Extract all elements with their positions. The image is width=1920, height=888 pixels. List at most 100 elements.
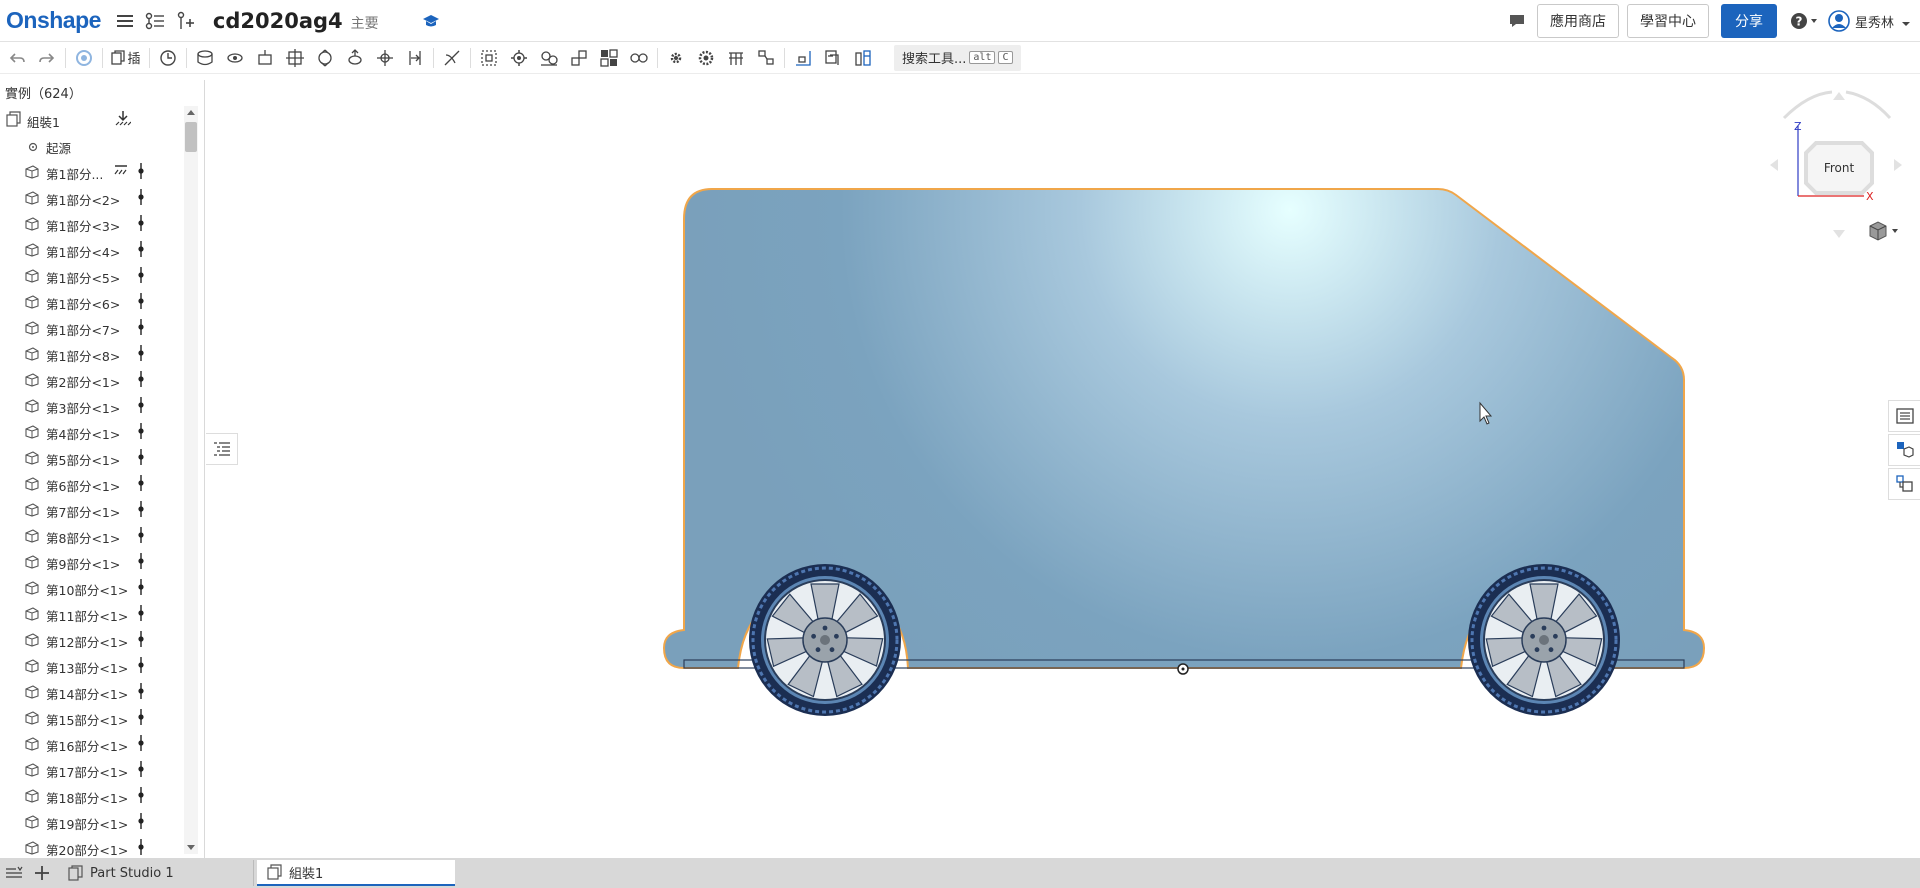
origin-row[interactable]: 起源 — [0, 132, 184, 158]
planar-mate-icon[interactable] — [280, 45, 310, 71]
mate-connector-icon[interactable] — [138, 786, 144, 807]
mate-connector-icon[interactable] — [138, 344, 144, 365]
view-up-arrow-icon[interactable] — [1833, 92, 1845, 100]
mate-connector-icon[interactable] — [138, 292, 144, 313]
tree-item-part[interactable]: 第8部分<1> — [0, 522, 184, 548]
properties-panel-button[interactable] — [1888, 400, 1920, 432]
onshape-logo[interactable]: Onshape — [6, 7, 101, 34]
tree-item-part[interactable]: 第1部分... — [0, 158, 184, 184]
mate-connector-icon[interactable] — [138, 760, 144, 781]
document-title[interactable]: cd2020ag4 — [213, 9, 343, 33]
mate-connector-icon[interactable] — [138, 422, 144, 443]
gear-relation-icon[interactable] — [504, 45, 534, 71]
scroll-thumb[interactable] — [185, 122, 197, 152]
tab-part-studio[interactable]: Part Studio 1 — [58, 860, 254, 886]
tree-item-part[interactable]: 第4部分<1> — [0, 418, 184, 444]
tree-scrollbar[interactable] — [184, 106, 198, 854]
mate-connector-icon[interactable] — [138, 500, 144, 521]
mate-connector-icon[interactable] — [69, 45, 99, 71]
tree-item-part[interactable]: 第1部分<2> — [0, 184, 184, 210]
tree-item-part[interactable]: 第20部分<1> — [0, 834, 184, 860]
mate-connector-icon[interactable] — [138, 214, 144, 235]
tree-item-part[interactable]: 第15部分<1> — [0, 704, 184, 730]
fixed-icon[interactable] — [114, 164, 128, 179]
tree-item-part[interactable]: 第1部分<8> — [0, 340, 184, 366]
share-button[interactable]: 分享 — [1720, 4, 1777, 38]
tree-item-part[interactable]: 第2部分<1> — [0, 366, 184, 392]
graphics-viewport[interactable] — [206, 74, 1891, 858]
graduation-cap-icon[interactable] — [419, 9, 443, 33]
mate-connector-icon[interactable] — [138, 734, 144, 755]
model-canvas[interactable] — [206, 74, 1891, 858]
mate-connector-icon[interactable] — [138, 526, 144, 547]
group-icon[interactable] — [474, 45, 504, 71]
slider-mate-icon[interactable] — [250, 45, 280, 71]
mate-connector-icon[interactable] — [138, 448, 144, 469]
tree-item-part[interactable]: 第3部分<1> — [0, 392, 184, 418]
tree-item-part[interactable]: 第14部分<1> — [0, 678, 184, 704]
tree-item-part[interactable]: 第11部分<1> — [0, 600, 184, 626]
view-down-arrow-icon[interactable] — [1833, 230, 1845, 238]
screw-relation-icon[interactable] — [564, 45, 594, 71]
bill-of-materials-icon[interactable] — [848, 45, 878, 71]
mate-connector-icon[interactable] — [138, 604, 144, 625]
replicate-icon[interactable] — [153, 45, 183, 71]
tree-item-part[interactable]: 第1部分<7> — [0, 314, 184, 340]
mate-connector-icon[interactable] — [138, 188, 144, 209]
tree-item-part[interactable]: 第1部分<6> — [0, 288, 184, 314]
cylindrical-mate-icon[interactable] — [310, 45, 340, 71]
download-icon[interactable] — [115, 110, 132, 131]
version-graph-icon[interactable] — [143, 9, 167, 33]
tree-item-part[interactable]: 第1部分<3> — [0, 210, 184, 236]
pin-slot-mate-icon[interactable] — [340, 45, 370, 71]
undo-icon[interactable] — [2, 45, 32, 71]
fastened-mate-icon[interactable] — [190, 45, 220, 71]
search-tools-button[interactable]: 搜索工具... alt C — [894, 44, 1021, 71]
mate-connector-icon[interactable] — [138, 578, 144, 599]
menu-icon[interactable] — [113, 9, 137, 33]
ball-mate-icon[interactable] — [370, 45, 400, 71]
tab-manager-icon[interactable] — [0, 859, 28, 887]
tree-item-part[interactable]: 第7部分<1> — [0, 496, 184, 522]
tree-item-part[interactable]: 第5部分<1> — [0, 444, 184, 470]
mate-connector-icon[interactable] — [138, 708, 144, 729]
tangent-mate-icon[interactable] — [437, 45, 467, 71]
mate-connector-icon[interactable] — [138, 630, 144, 651]
rack-pinion-icon[interactable] — [534, 45, 564, 71]
gear-settings-icon[interactable] — [691, 45, 721, 71]
tree-item-part[interactable]: 第10部分<1> — [0, 574, 184, 600]
mate-connector-icon[interactable] — [138, 552, 144, 573]
user-name[interactable]: 星秀林 — [1855, 12, 1894, 31]
scroll-up-icon[interactable] — [187, 110, 195, 115]
help-icon[interactable]: ? — [1787, 9, 1821, 33]
appearance-panel-button[interactable] — [1888, 434, 1920, 466]
tree-item-part[interactable]: 第13部分<1> — [0, 652, 184, 678]
view-cube[interactable]: Z X Front — [1768, 88, 1908, 252]
user-menu-chevron-icon[interactable] — [1902, 12, 1910, 31]
linear-relation-icon[interactable] — [594, 45, 624, 71]
tree-item-part[interactable]: 第1部分<5> — [0, 262, 184, 288]
tree-item-part[interactable]: 第18部分<1> — [0, 782, 184, 808]
learning-center-button[interactable]: 學習中心 — [1626, 4, 1709, 38]
front-wheel[interactable] — [747, 562, 903, 718]
mate-connector-icon[interactable] — [138, 162, 144, 183]
measure-icon[interactable] — [788, 45, 818, 71]
tree-item-part[interactable]: 第16部分<1> — [0, 730, 184, 756]
tree-item-part[interactable]: 第6部分<1> — [0, 470, 184, 496]
assembly-root-row[interactable]: 組裝1 — [0, 106, 184, 132]
insert-button[interactable]: 插 — [106, 45, 146, 71]
mate-connector-icon[interactable] — [138, 838, 144, 859]
tree-item-part[interactable]: 第12部分<1> — [0, 626, 184, 652]
add-tab-icon[interactable] — [28, 859, 56, 887]
bom-panel-button[interactable] — [1888, 468, 1920, 500]
frame-icon[interactable] — [721, 45, 751, 71]
view-left-arrow-icon[interactable] — [1770, 159, 1778, 171]
mate-connector-icon[interactable] — [138, 396, 144, 417]
tree-item-part[interactable]: 第1部分<4> — [0, 236, 184, 262]
explode-view-icon[interactable] — [751, 45, 781, 71]
parallel-mate-icon[interactable] — [400, 45, 430, 71]
tree-item-part[interactable]: 第9部分<1> — [0, 548, 184, 574]
add-branch-icon[interactable] — [173, 9, 197, 33]
mate-connector-icon[interactable] — [138, 318, 144, 339]
comments-icon[interactable] — [1505, 9, 1529, 33]
